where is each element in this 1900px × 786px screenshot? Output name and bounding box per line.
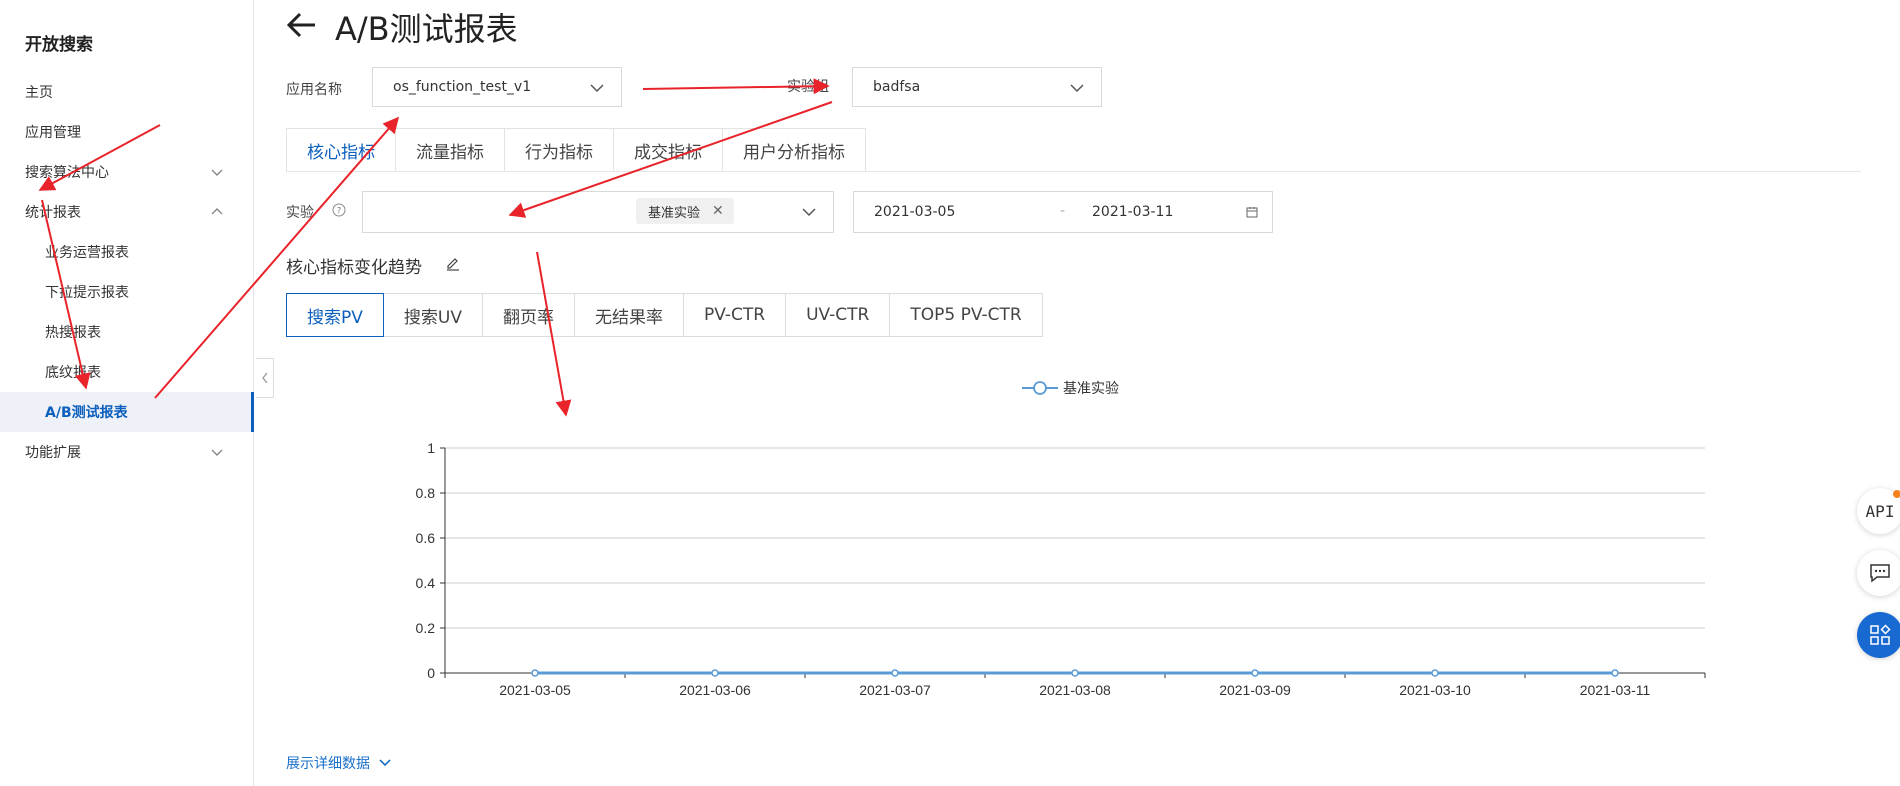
experiment-label: 实验	[286, 205, 314, 221]
date-range-picker[interactable]: 2021-03-05 - 2021-03-11	[853, 191, 1273, 233]
x-tick-label: 2021-03-10	[1399, 682, 1471, 698]
sidebar-item-business-report[interactable]: 业务运营报表	[0, 232, 254, 272]
apps-button[interactable]	[1857, 612, 1900, 658]
sidebar-item-home[interactable]: 主页	[0, 72, 254, 112]
tabs-divider	[286, 171, 1861, 172]
metric-tab-search-uv[interactable]: 搜索UV	[383, 293, 483, 337]
data-point	[891, 669, 899, 677]
sidebar-item-label: A/B测试报表	[45, 405, 128, 421]
data-point	[1431, 669, 1439, 677]
sidebar: 开放搜索 主页 应用管理 搜索算法中心 统计报表 业务运营报表 下拉提示报表 热…	[0, 0, 254, 786]
chevron-down-icon	[211, 449, 223, 456]
calendar-icon	[1246, 207, 1258, 218]
chat-icon	[1870, 564, 1890, 583]
sidebar-item-suggest-report[interactable]: 下拉提示报表	[0, 272, 254, 312]
chevron-down-icon	[590, 84, 604, 93]
experiment-tag-label: 基准实验	[648, 205, 701, 221]
apps-grid-icon	[1870, 624, 1891, 645]
tab-user-analysis-metrics[interactable]: 用户分析指标	[723, 128, 866, 172]
app-name-value: os_function_test_v1	[393, 79, 532, 95]
data-point	[1071, 669, 1079, 677]
section-title: 核心指标变化趋势	[286, 258, 422, 278]
x-tick-label: 2021-03-09	[1219, 682, 1291, 698]
y-tick-label: 1	[427, 440, 435, 456]
experiment-select[interactable]	[362, 191, 834, 233]
app-name-label: 应用名称	[286, 82, 342, 98]
sidebar-item-shading-report[interactable]: 底纹报表	[0, 352, 254, 392]
sidebar-item-app-management[interactable]: 应用管理	[0, 112, 254, 152]
sidebar-item-label: 功能扩展	[25, 445, 81, 461]
y-tick-label: 0.2	[416, 620, 436, 636]
sidebar-item-extensions[interactable]: 功能扩展	[0, 432, 254, 472]
date-separator: -	[1060, 203, 1066, 219]
api-label: API	[1865, 501, 1895, 521]
sidebar-item-label: 主页	[25, 85, 53, 101]
y-tick-label: 0.8	[416, 485, 436, 501]
notification-badge	[1893, 490, 1900, 498]
data-point	[711, 669, 719, 677]
chevron-down-icon	[211, 169, 223, 176]
close-icon[interactable]: ✕	[712, 203, 724, 219]
sidebar-item-statistics[interactable]: 统计报表	[0, 192, 254, 232]
chevron-down-icon	[802, 208, 816, 217]
app-name-select[interactable]: os_function_test_v1	[372, 67, 622, 107]
report-tabs: 核心指标 流量指标 行为指标 成交指标 用户分析指标	[286, 128, 866, 172]
chat-button[interactable]	[1857, 550, 1900, 596]
tab-traffic-metrics[interactable]: 流量指标	[396, 128, 505, 172]
chevron-down-icon	[379, 759, 391, 767]
trend-chart: 0 0.2 0.4 0.6 0.8 1 2021-03-05 2021-03-06 2021-0…	[416, 380, 1706, 698]
metric-tab-search-pv[interactable]: 搜索PV	[286, 293, 384, 337]
experiment-group-value: badfsa	[873, 79, 921, 95]
experiment-group-label: 实验组	[787, 79, 829, 95]
sidebar-item-hot-search-report[interactable]: 热搜报表	[0, 312, 254, 352]
page-title: A/B测试报表	[335, 10, 518, 48]
edit-icon[interactable]	[445, 256, 461, 272]
expand-details-link[interactable]: 展示详细数据	[286, 753, 392, 773]
x-tick-label: 2021-03-07	[859, 682, 931, 698]
legend-label: 基准实验	[1063, 380, 1119, 396]
x-tick-label: 2021-03-06	[679, 682, 751, 698]
x-tick-label: 2021-03-11	[1580, 682, 1651, 698]
y-tick-label: 0.6	[416, 530, 436, 546]
help-icon[interactable]: ?	[332, 203, 346, 217]
tab-behavior-metrics[interactable]: 行为指标	[505, 128, 614, 172]
metric-tab-page-turn-rate[interactable]: 翻页率	[482, 293, 575, 337]
x-tick-label: 2021-03-05	[499, 682, 571, 698]
tab-core-metrics[interactable]: 核心指标	[286, 128, 396, 172]
back-arrow-icon[interactable]	[285, 10, 319, 40]
data-point	[1611, 669, 1619, 677]
metric-tabs: 搜索PV 搜索UV 翻页率 无结果率 PV-CTR UV-CTR TOP5 PV…	[286, 293, 1043, 337]
date-end: 2021-03-11	[1092, 204, 1174, 220]
metric-tab-pv-ctr[interactable]: PV-CTR	[683, 293, 787, 337]
sidebar-item-search-algorithm[interactable]: 搜索算法中心	[0, 152, 254, 192]
main-content: A/B测试报表 应用名称 os_function_test_v1 实验组 bad…	[255, 0, 1900, 786]
sidebar-item-label: 热搜报表	[45, 325, 101, 341]
legend-marker	[1033, 381, 1047, 395]
tab-conversion-metrics[interactable]: 成交指标	[614, 128, 723, 172]
metric-tab-uv-ctr[interactable]: UV-CTR	[786, 293, 891, 337]
sidebar-item-label: 底纹报表	[45, 365, 101, 381]
metric-tab-no-result-rate[interactable]: 无结果率	[574, 293, 684, 337]
chevron-up-icon	[211, 208, 223, 215]
expand-details-label: 展示详细数据	[286, 756, 370, 772]
sidebar-item-label: 下拉提示报表	[45, 285, 129, 301]
sidebar-item-label: 搜索算法中心	[25, 165, 109, 181]
sidebar-item-label: 应用管理	[25, 125, 81, 141]
experiment-group-select[interactable]: badfsa	[852, 67, 1102, 107]
y-tick-label: 0.4	[416, 575, 436, 591]
date-start: 2021-03-05	[874, 204, 956, 220]
experiment-tag: 基准实验 ✕	[636, 198, 734, 224]
x-tick-label: 2021-03-08	[1039, 682, 1111, 698]
metric-tab-top5-pv-ctr[interactable]: TOP5 PV-CTR	[890, 293, 1043, 337]
sidebar-item-label: 业务运营报表	[45, 245, 129, 261]
sidebar-item-ab-test-report[interactable]: A/B测试报表	[0, 392, 254, 432]
data-point	[1251, 669, 1259, 677]
sidebar-item-label: 统计报表	[25, 205, 81, 221]
data-point	[531, 669, 539, 677]
y-tick-label: 0	[427, 665, 435, 681]
svg-text:?: ?	[337, 207, 342, 217]
sidebar-title: 开放搜索	[25, 35, 93, 55]
chevron-down-icon	[1070, 84, 1084, 93]
